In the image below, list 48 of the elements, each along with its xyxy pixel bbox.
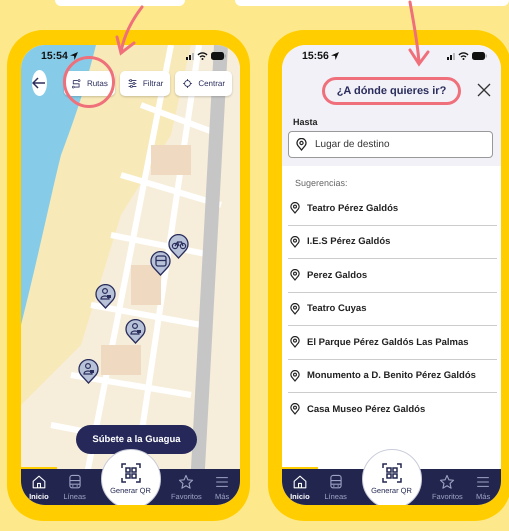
qr-code-icon [382,463,402,483]
location-pin-icon [290,236,300,248]
suggestion-item[interactable]: I.E.S Pérez Galdós [307,236,390,248]
annotation-arrow [408,0,430,67]
location-pin-icon [290,302,300,315]
location-pin-icon [290,336,300,348]
suggestion-item[interactable]: Monumento a D. Benito Pérez Galdós [307,370,476,382]
location-pin-icon [290,269,300,282]
location-arrow-icon [70,52,78,60]
person-pin-icon[interactable] [95,284,116,309]
suggestion-item[interactable]: Perez Galdos [307,270,368,281]
location-arrow-icon [330,52,339,60]
map-toolbar-button[interactable]: Centrar [175,70,232,96]
suggestion-item[interactable]: Teatro Pérez Galdós [307,202,398,214]
person-pin-icon[interactable] [125,319,146,344]
home-icon [30,474,47,490]
destination-field[interactable]: Lugar de destino [288,131,493,158]
close-button[interactable] [477,83,491,97]
location-pin-icon [296,138,307,151]
person-pin-icon[interactable] [78,359,99,384]
suggestion-item[interactable]: El Parque Pérez Galdós Las Palmas [307,336,469,348]
field-label: Hasta [293,117,319,127]
suggestion-item[interactable]: Teatro Cuyas [307,303,366,314]
sliders-icon [126,78,138,88]
status-time: 15:56 [302,50,329,62]
qr-code-icon [120,463,140,483]
route-icon [70,78,82,88]
status-time: 15:54 [41,50,68,62]
bus-icon [66,474,83,490]
star-icon [178,474,194,490]
home-icon [292,474,308,490]
bus-icon [328,474,344,490]
location-pin-icon [290,403,300,416]
suggestion-item[interactable]: Casa Museo Pérez Galdós [307,404,426,415]
back-arrow-icon [32,77,46,89]
bus-pin-icon[interactable] [150,251,171,276]
suggestions-heading: Sugerencias: [295,178,349,188]
status-icons [447,51,487,61]
star-icon [439,474,456,490]
location-pin-icon [290,370,300,382]
close-icon [477,83,491,97]
location-pin-icon [290,202,300,214]
map-toolbar-button[interactable]: Filtrar [120,70,170,96]
annotation-arrow [116,6,144,56]
board-bus-button[interactable]: Súbete a la Guagua [76,425,197,454]
bicycle-pin-icon[interactable] [168,234,189,259]
screen-title: ¿A dónde quieres ir? [322,77,462,105]
crosshair-icon [182,78,194,88]
